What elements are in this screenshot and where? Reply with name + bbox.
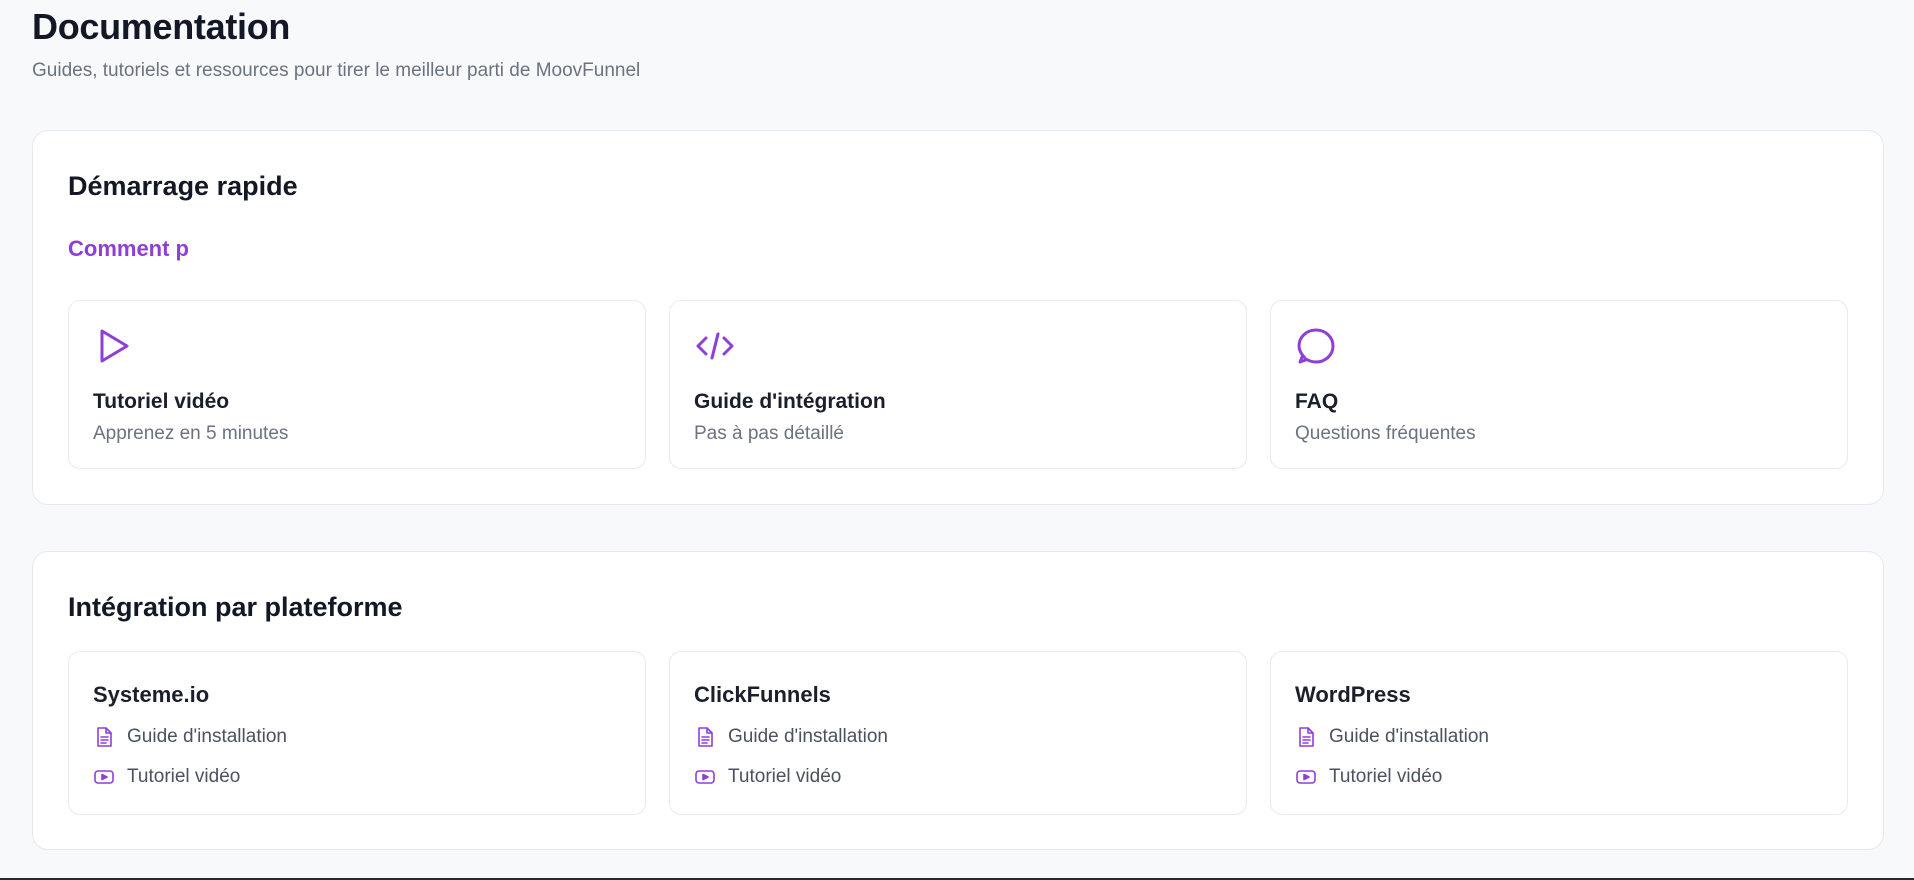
installation-guide-link[interactable]: Guide d'installation [1295,724,1489,750]
page-title: Documentation [32,6,291,47]
quick-start-title: Démarrage rapide [68,171,298,201]
video-tutorial-link[interactable]: Tutoriel vidéo [93,764,240,790]
video-icon [93,766,115,788]
integration-guide-card[interactable]: Guide d'intégration Pas à pas détaillé [669,300,1247,469]
card-title: Guide d'intégration [694,390,886,413]
platform-name: Systeme.io [93,682,210,707]
platform-card-wordpress: WordPress Guide d'installation Tutoriel … [1270,651,1848,815]
platform-name: WordPress [1295,682,1411,707]
play-icon [93,325,135,367]
platform-card-systemeio: Systeme.io Guide d'installation Tutoriel… [68,651,646,815]
installation-guide-link[interactable]: Guide d'installation [93,724,287,750]
tutorial-video-card[interactable]: Tutoriel vidéo Apprenez en 5 minutes [68,300,646,469]
document-icon [694,726,716,748]
documentation-page: Documentation Guides, tutoriels et resso… [0,0,1914,880]
card-description: Questions fréquentes [1295,423,1476,444]
link-label: Tutoriel vidéo [728,766,842,787]
card-title: Tutoriel vidéo [93,390,230,413]
video-icon [694,766,716,788]
page-subtitle: Guides, tutoriels et ressources pour tir… [32,60,641,81]
video-icon [1295,766,1317,788]
card-title: FAQ [1295,390,1339,413]
link-label: Tutoriel vidéo [1329,766,1443,787]
quick-start-link[interactable]: Comment p [68,236,189,262]
faq-card[interactable]: FAQ Questions fréquentes [1270,300,1848,469]
platform-integration-title: Intégration par plateforme [68,592,403,622]
video-tutorial-link[interactable]: Tutoriel vidéo [1295,764,1442,790]
quick-start-section: Démarrage rapide Comment p Tutoriel vidé… [32,130,1884,505]
card-description: Pas à pas détaillé [694,423,844,444]
document-icon [93,726,115,748]
link-label: Guide d'installation [1329,726,1489,747]
card-description: Apprenez en 5 minutes [93,423,289,444]
chat-bubble-icon [1295,325,1337,367]
video-tutorial-link[interactable]: Tutoriel vidéo [694,764,841,790]
link-label: Guide d'installation [728,726,888,747]
link-label: Guide d'installation [127,726,287,747]
code-icon [694,325,736,367]
platform-integration-section: Intégration par plateforme Systeme.io Gu… [32,551,1884,850]
platform-name: ClickFunnels [694,682,831,707]
link-label: Tutoriel vidéo [127,766,241,787]
installation-guide-link[interactable]: Guide d'installation [694,724,888,750]
platform-card-clickfunnels: ClickFunnels Guide d'installation Tutori… [669,651,1247,815]
document-icon [1295,726,1317,748]
